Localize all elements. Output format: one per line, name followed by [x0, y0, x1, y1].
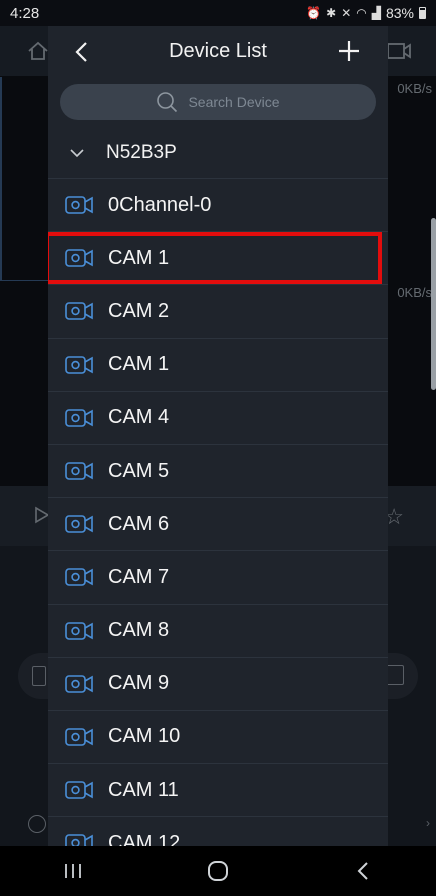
camera-icon — [65, 780, 93, 800]
mute-icon: ✕ — [341, 6, 352, 20]
signal-icon: ▟ — [371, 6, 381, 20]
channel-label: CAM 5 — [108, 459, 170, 482]
status-icons: ⏰ ✱ ✕ ◠ ▟ 83% — [306, 5, 426, 21]
camera-icon — [65, 195, 93, 215]
battery-level: 83% — [385, 5, 414, 21]
chevron-down-icon — [70, 148, 84, 157]
back-button[interactable] — [333, 851, 393, 891]
channel-item[interactable]: CAM 10 — [48, 711, 388, 765]
battery-icon — [419, 7, 426, 19]
camera-icon — [65, 248, 93, 268]
channel-item[interactable]: CAM 1 — [48, 339, 388, 392]
camera-icon — [65, 727, 93, 747]
page-title: Device List — [169, 40, 267, 62]
channel-label: CAM 9 — [108, 672, 170, 695]
channel-label: CAM 2 — [108, 299, 170, 322]
device-group-label: N52B3P — [106, 141, 177, 163]
home-button[interactable] — [188, 851, 248, 891]
camera-icon — [65, 355, 93, 375]
camera-icon — [65, 833, 93, 846]
add-device-icon[interactable] — [338, 40, 360, 62]
scrollbar[interactable] — [431, 218, 436, 390]
camera-icon — [65, 621, 93, 641]
channel-label: CAM 1 — [108, 353, 170, 376]
status-bar: 4:28 ⏰ ✱ ✕ ◠ ▟ 83% — [0, 0, 436, 26]
channel-list: 0Channel-0 CAM 1 CAM 2 CAM 1 CAM 4 CAM 5 CAM 6… — [48, 179, 388, 846]
back-nav-icon — [357, 862, 369, 880]
search-icon — [157, 92, 178, 113]
device-list-drawer: Device List Search Device N52B3P 0Channe… — [48, 26, 388, 846]
channel-label: CAM 6 — [108, 512, 170, 535]
channel-label: CAM 11 — [108, 778, 179, 801]
home-nav-icon — [207, 861, 228, 881]
search-placeholder: Search Device — [188, 94, 280, 110]
recent-apps-icon — [64, 864, 81, 878]
device-group-header[interactable]: N52B3P — [48, 127, 388, 179]
channel-label: CAM 12 — [108, 831, 181, 846]
camera-icon — [65, 514, 93, 534]
channel-label: CAM 4 — [108, 406, 170, 429]
channel-item[interactable]: CAM 5 — [48, 445, 388, 499]
drawer-header: Device List — [48, 26, 388, 78]
bluetooth-icon: ✱ — [326, 6, 337, 20]
alarm-icon: ⏰ — [306, 6, 322, 20]
camera-icon — [65, 408, 93, 428]
channel-item[interactable]: CAM 12 — [48, 817, 388, 846]
channel-label: 0Channel-0 — [108, 193, 212, 216]
camera-icon — [65, 567, 93, 587]
recent-apps-button[interactable] — [43, 851, 103, 891]
channel-item[interactable]: CAM 9 — [48, 658, 388, 711]
camera-icon — [65, 461, 93, 481]
channel-item[interactable]: CAM 6 — [48, 498, 388, 552]
status-time: 4:28 — [10, 4, 40, 22]
channel-item[interactable]: 0Channel-0 — [48, 179, 388, 233]
channel-item[interactable]: CAM 1 — [48, 232, 388, 286]
channel-label: CAM 7 — [108, 565, 170, 588]
channel-item[interactable]: CAM 7 — [48, 551, 388, 605]
channel-item[interactable]: CAM 8 — [48, 605, 388, 658]
wifi-icon: ◠ — [356, 6, 367, 20]
channel-item[interactable]: CAM 11 — [48, 764, 388, 818]
channel-label: CAM 8 — [108, 619, 170, 642]
camera-icon — [65, 674, 93, 694]
channel-item[interactable]: CAM 2 — [48, 285, 388, 339]
channel-label: CAM 10 — [108, 725, 181, 748]
channel-label: CAM 1 — [108, 246, 170, 269]
search-input[interactable]: Search Device — [60, 84, 376, 120]
camera-icon — [65, 301, 93, 321]
system-nav-bar — [0, 846, 436, 896]
channel-item[interactable]: CAM 4 — [48, 392, 388, 445]
